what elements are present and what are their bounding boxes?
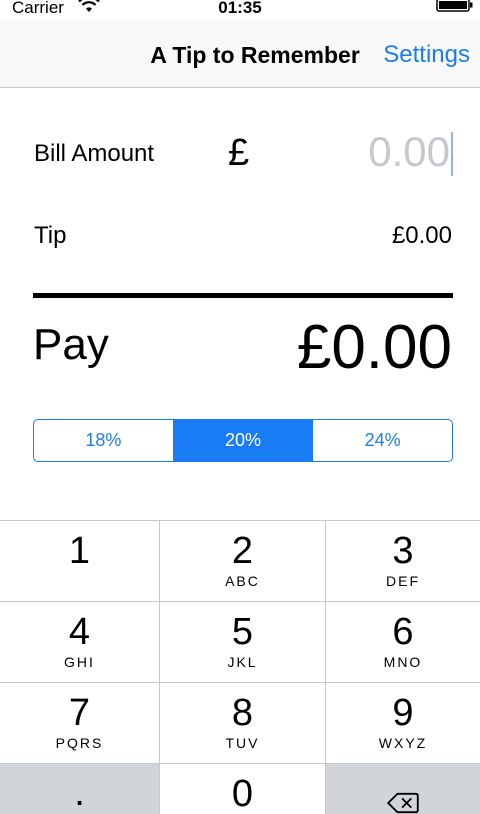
text-cursor: [451, 132, 453, 176]
navigation-bar: A Tip to Remember Settings: [0, 20, 480, 88]
keypad-column-divider: [159, 521, 160, 814]
keypad-key-5[interactable]: 5 JKL: [160, 602, 325, 682]
key-digit: 4: [68, 611, 91, 653]
key-digit: 9: [392, 692, 414, 734]
keypad-row-divider: [0, 763, 480, 764]
key-digit: 5: [231, 611, 254, 653]
bill-amount-label: Bill Amount: [34, 140, 155, 167]
key-digit: 2: [231, 530, 254, 572]
tip-option-24[interactable]: 24%: [312, 420, 452, 461]
keypad-key-3[interactable]: 3 DEF: [326, 521, 480, 601]
key-letters: GHI: [64, 654, 95, 670]
tip-value: £0.00: [391, 222, 452, 249]
keypad-key-8[interactable]: 8 TUV: [160, 683, 325, 763]
tip-option-18[interactable]: 18%: [34, 420, 173, 461]
keypad-row-divider: [0, 601, 480, 602]
battery-icon: [436, 0, 473, 12]
keypad-key-delete[interactable]: [326, 763, 480, 814]
page-title: A Tip to Remember: [150, 42, 360, 68]
key-digit: 8: [231, 692, 254, 734]
keypad-key-6[interactable]: 6 MNO: [326, 602, 480, 682]
keypad-key-1[interactable]: 1: [0, 521, 159, 601]
key-letters: WXYZ: [378, 735, 428, 751]
tip-percentage-control: 18% 20% 24%: [33, 419, 453, 462]
keypad-key-4[interactable]: 4 GHI: [0, 602, 159, 682]
settings-button[interactable]: Settings: [383, 41, 470, 69]
key-letters: JKL: [227, 654, 258, 670]
pay-label: Pay: [33, 320, 109, 369]
keypad-key-2[interactable]: 2 ABC: [160, 521, 325, 601]
key-letters: ABC: [225, 573, 260, 589]
key-digit: 1: [68, 530, 91, 572]
keypad-key-7[interactable]: 7 PQRS: [0, 683, 159, 763]
currency-symbol: £: [228, 132, 250, 174]
keypad-row-divider: [0, 682, 480, 683]
keypad-key-9[interactable]: 9 WXYZ: [326, 683, 480, 763]
tip-option-20[interactable]: 20%: [172, 420, 313, 461]
status-bar: Carrier 01:35: [0, 0, 480, 20]
pay-total-value: £0.00: [296, 313, 452, 382]
key-letters: MNO: [383, 654, 423, 670]
status-time: 01:35: [218, 0, 262, 17]
total-divider: [33, 293, 453, 298]
key-digit: 0: [231, 773, 254, 814]
key-digit: 7: [68, 692, 91, 734]
key-digit: .: [74, 772, 85, 814]
backspace-icon: [386, 792, 419, 814]
key-digit: 6: [392, 611, 414, 653]
numeric-keypad: . 1 2 ABC 3 DEF 4 GHI 5 JKL 6 MNO 7 PQRS…: [0, 520, 480, 814]
key-letters: DEF: [386, 573, 420, 589]
keypad-column-divider: [325, 521, 326, 814]
keypad-key-decimal[interactable]: .: [0, 763, 159, 814]
bill-amount-input[interactable]: [270, 128, 454, 176]
key-letters: PQRS: [55, 735, 104, 751]
key-letters: TUV: [225, 735, 260, 751]
tip-label: Tip: [34, 222, 67, 249]
key-digit: 3: [392, 530, 414, 572]
keypad-key-0[interactable]: 0: [160, 764, 325, 814]
